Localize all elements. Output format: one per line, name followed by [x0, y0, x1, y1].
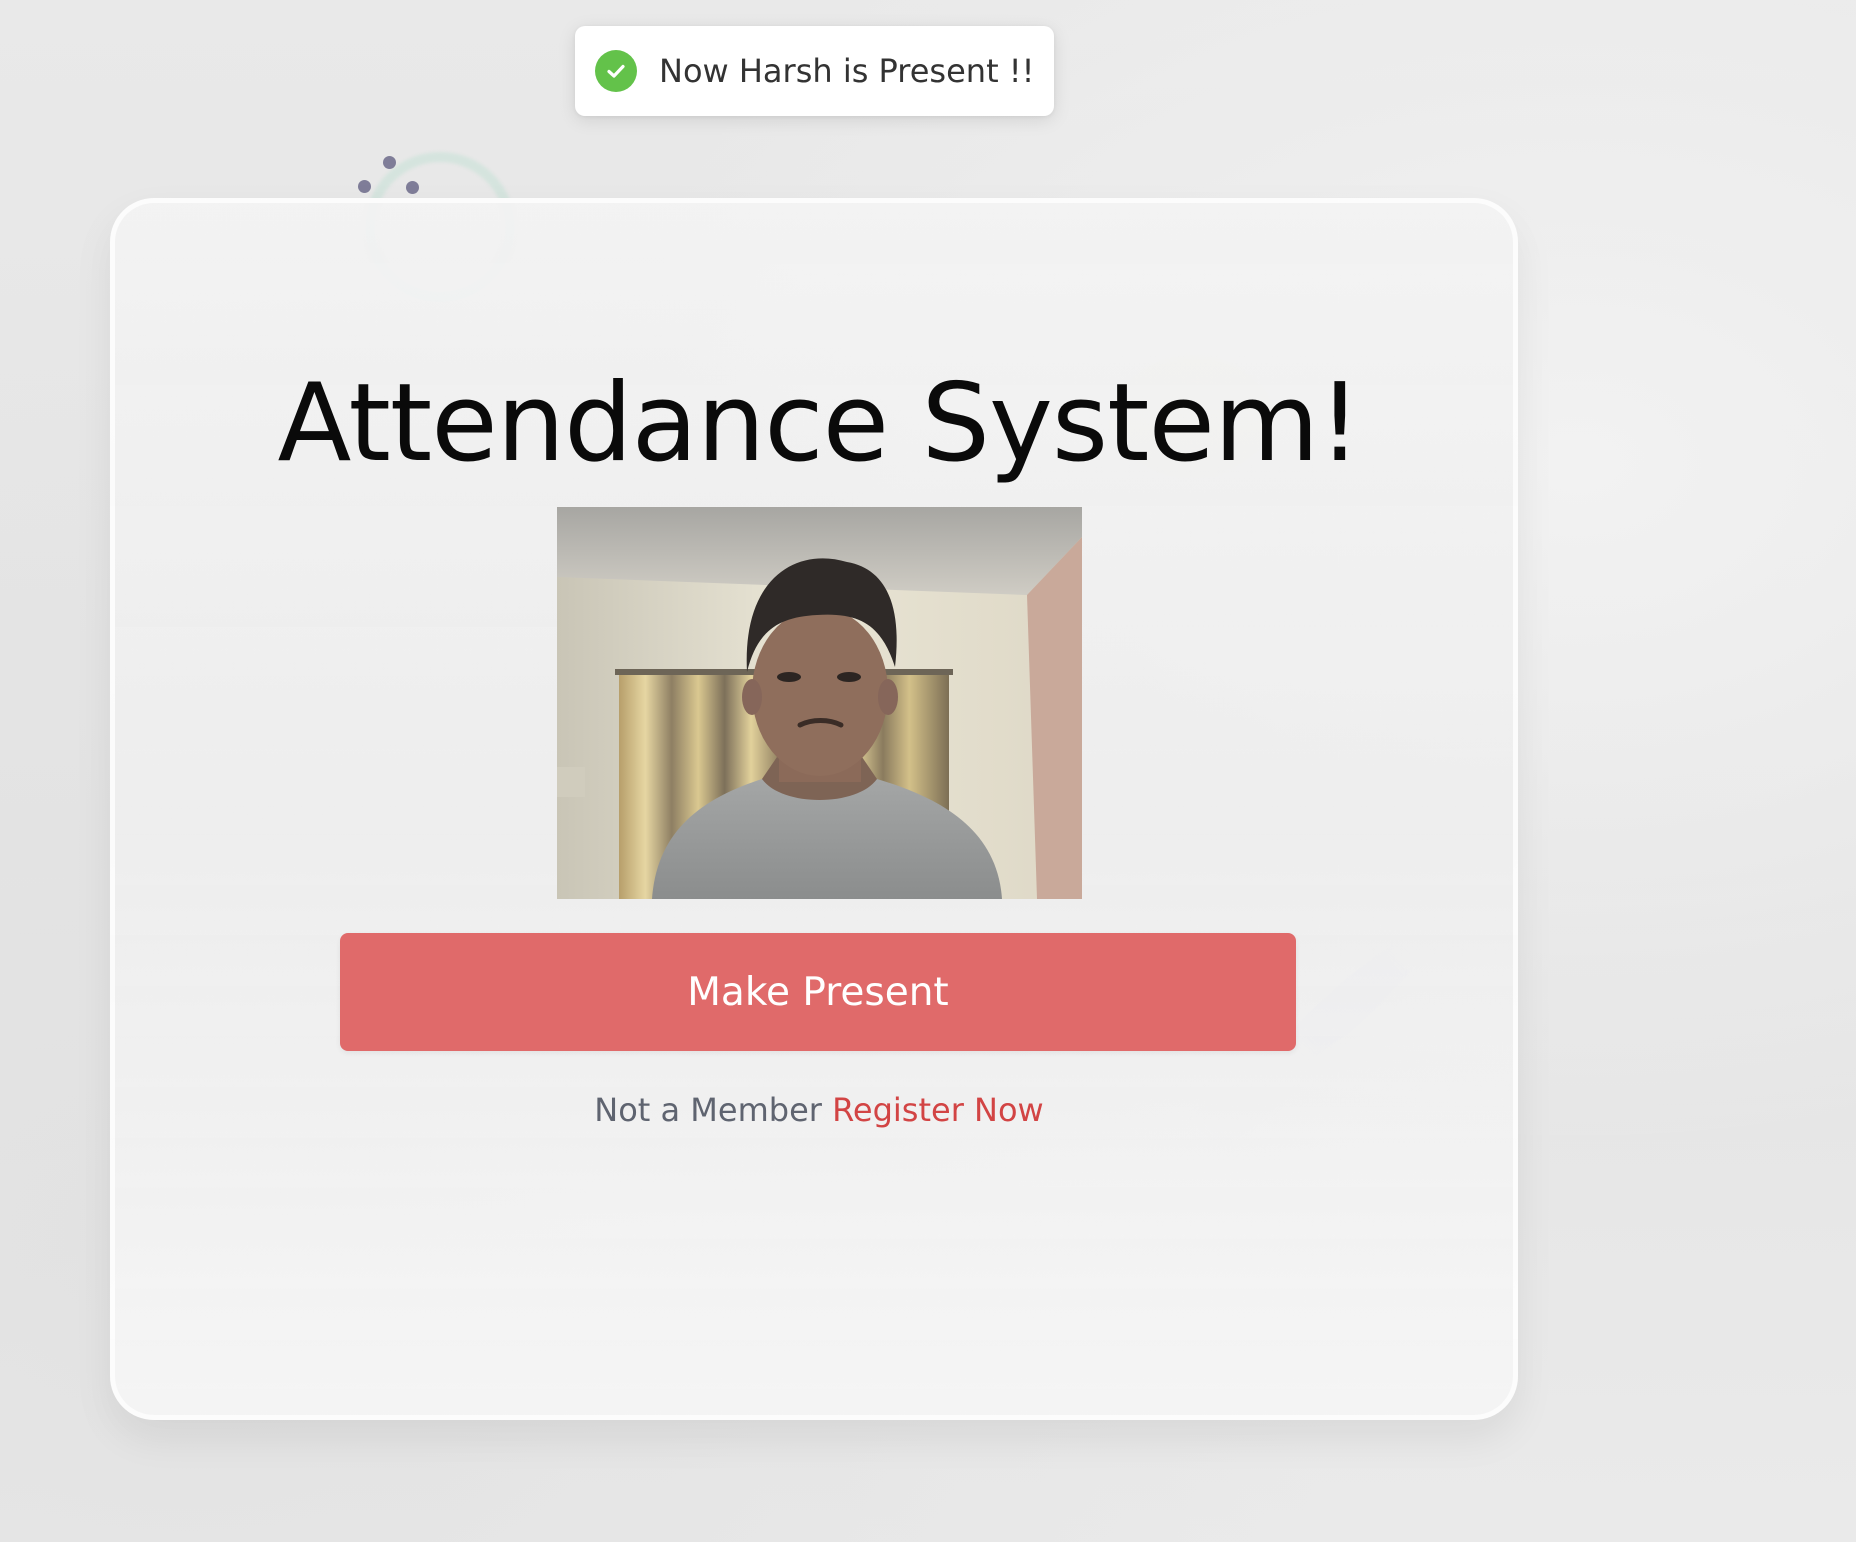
- attendance-card: Attendance System! Make Present Not a Me…: [110, 198, 1518, 1420]
- check-circle-icon: [595, 50, 637, 92]
- register-now-link[interactable]: Register Now: [832, 1091, 1044, 1129]
- toast-message: Now Harsh is Present !!: [659, 52, 1035, 90]
- register-prompt-text: Not a Member: [594, 1091, 822, 1129]
- decorative-dot: [358, 180, 371, 193]
- decorative-dot: [406, 181, 419, 194]
- make-present-button[interactable]: Make Present: [340, 933, 1296, 1051]
- webcam-image: [557, 507, 1082, 899]
- success-toast: Now Harsh is Present !!: [575, 26, 1054, 116]
- page-title: Attendance System!: [277, 361, 1362, 486]
- register-prompt-line: Not a Member Register Now: [115, 1091, 1523, 1129]
- webcam-feed: [557, 507, 1082, 899]
- decorative-dot: [383, 156, 396, 169]
